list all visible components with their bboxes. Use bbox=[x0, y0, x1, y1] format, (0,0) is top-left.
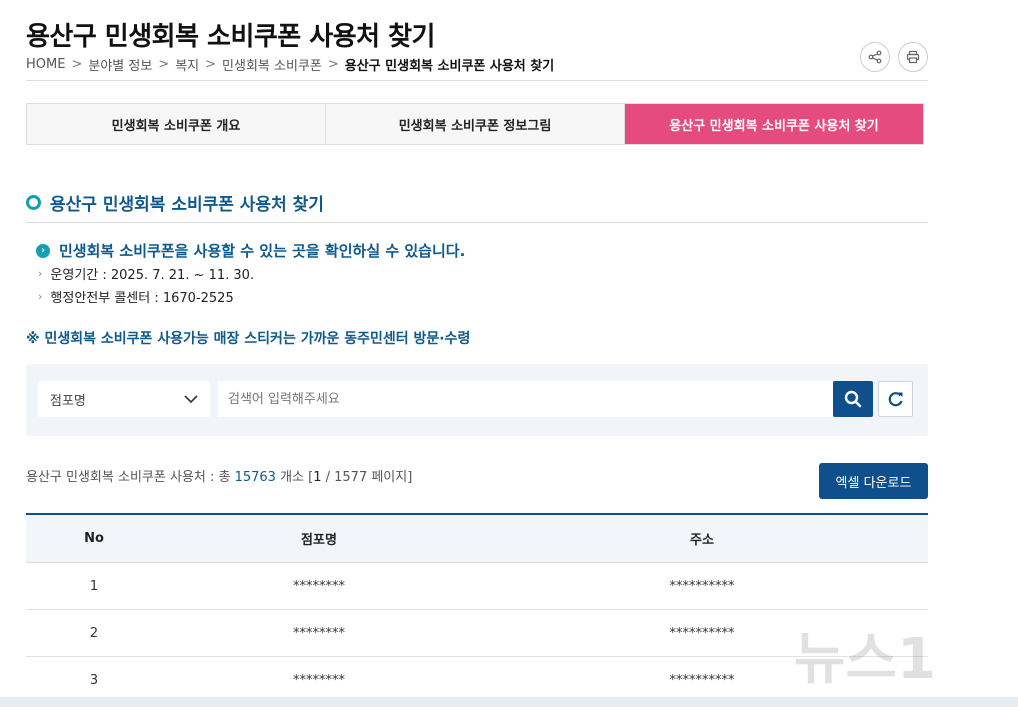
page-title: 용산구 민생회복 소비쿠폰 사용처 찾기 bbox=[26, 22, 435, 52]
cell-address: ********** bbox=[476, 562, 928, 610]
tab-coupon-infographic[interactable]: 민생회복 소비쿠폰 정보그림 bbox=[326, 104, 625, 144]
breadcrumb-current: 용산구 민생회복 소비쿠폰 사용처 찾기 bbox=[344, 59, 555, 74]
cell-store-name: ******** bbox=[162, 609, 476, 657]
tab-find-stores[interactable]: 용산구 민생회복 소비쿠폰 사용처 찾기 bbox=[625, 104, 923, 144]
cell-address: ********** bbox=[476, 609, 928, 657]
info-main-text: 민생회복 소비쿠폰을 사용할 수 있는 곳을 확인하실 수 있습니다. bbox=[59, 242, 466, 260]
section-title: 용산구 민생회복 소비쿠폰 사용처 찾기 bbox=[26, 190, 324, 215]
chevron-down-icon bbox=[184, 394, 198, 403]
breadcrumb-separator: > bbox=[327, 57, 339, 72]
circle-bullet-icon bbox=[26, 195, 41, 210]
result-count-prefix: 용산구 민생회복 소비쿠폰 사용처 : 총 bbox=[26, 470, 235, 485]
table-row: 1 ******** ********** bbox=[26, 562, 928, 610]
breadcrumb-separator: > bbox=[71, 57, 83, 72]
top-actions bbox=[860, 42, 928, 72]
cell-store-name: ******** bbox=[162, 562, 476, 610]
section-title-text: 용산구 민생회복 소비쿠폰 사용처 찾기 bbox=[50, 195, 324, 215]
cell-no: 1 bbox=[26, 562, 162, 610]
search-button[interactable] bbox=[833, 381, 873, 417]
breadcrumb-home[interactable]: HOME bbox=[26, 57, 65, 72]
window-bottom-bar bbox=[0, 697, 1018, 707]
column-header-address: 주소 bbox=[476, 513, 928, 563]
info-main: › 민생회복 소비쿠폰을 사용할 수 있는 곳을 확인하실 수 있습니다. bbox=[36, 240, 465, 261]
breadcrumb-separator: > bbox=[205, 57, 217, 72]
table-row: 2 ******** ********** bbox=[26, 609, 928, 657]
search-icon bbox=[844, 390, 862, 408]
breadcrumb-field-info[interactable]: 분야별 정보 bbox=[88, 55, 152, 74]
header-divider bbox=[26, 80, 928, 81]
info-period-text: 운영기간 : 2025. 7. 21. ~ 11. 30. bbox=[50, 268, 255, 283]
search-input[interactable] bbox=[218, 381, 833, 417]
share-button[interactable] bbox=[860, 42, 890, 72]
result-unit: 개소 [ bbox=[275, 470, 314, 485]
store-table: No 점포명 주소 1 ******** ********** 2 ******… bbox=[26, 513, 928, 704]
print-icon bbox=[906, 50, 920, 64]
excel-download-button[interactable]: 엑셀 다운로드 bbox=[819, 463, 928, 499]
info-call-text: 행정안전부 콜센터 : 1670-2525 bbox=[50, 291, 234, 306]
result-total: 15763 bbox=[234, 470, 276, 485]
search-panel: 점포명 bbox=[26, 364, 928, 436]
refresh-icon bbox=[888, 392, 903, 407]
breadcrumb-separator: > bbox=[158, 57, 170, 72]
section-divider bbox=[26, 222, 928, 223]
tab-coupon-overview[interactable]: 민생회복 소비쿠폰 개요 bbox=[27, 104, 326, 144]
search-type-value: 점포명 bbox=[50, 393, 86, 409]
table-header-row: No 점포명 주소 bbox=[26, 513, 928, 563]
print-button[interactable] bbox=[898, 42, 928, 72]
page-total: / 1577 페이지] bbox=[321, 470, 413, 485]
info-call: › 행정안전부 콜센터 : 1670-2525 bbox=[38, 287, 234, 306]
chevron-right-icon: › bbox=[36, 243, 50, 258]
search-type-select[interactable]: 점포명 bbox=[38, 381, 210, 417]
column-header-no: No bbox=[26, 513, 162, 563]
column-header-store-name: 점포명 bbox=[162, 513, 476, 563]
chevron-right-icon: › bbox=[38, 267, 43, 280]
breadcrumb-welfare[interactable]: 복지 bbox=[175, 55, 199, 74]
chevron-right-icon: › bbox=[38, 290, 43, 303]
reset-button[interactable] bbox=[878, 381, 913, 417]
cell-no: 2 bbox=[26, 609, 162, 657]
share-icon bbox=[868, 50, 882, 64]
info-period: › 운영기간 : 2025. 7. 21. ~ 11. 30. bbox=[38, 264, 254, 283]
breadcrumb: HOME > 분야별 정보 > 복지 > 민생회복 소비쿠폰 > 용산구 민생회… bbox=[26, 55, 554, 74]
result-count: 용산구 민생회복 소비쿠폰 사용처 : 총 15763 개소 [1 / 1577… bbox=[26, 466, 412, 485]
sticker-notice: ※ 민생회복 소비쿠폰 사용가능 매장 스티커는 가까운 동주민센터 방문·수령 bbox=[26, 331, 471, 347]
tab-bar: 민생회복 소비쿠폰 개요 민생회복 소비쿠폰 정보그림 용산구 민생회복 소비쿠… bbox=[26, 103, 924, 145]
breadcrumb-coupon[interactable]: 민생회복 소비쿠폰 bbox=[222, 55, 322, 74]
